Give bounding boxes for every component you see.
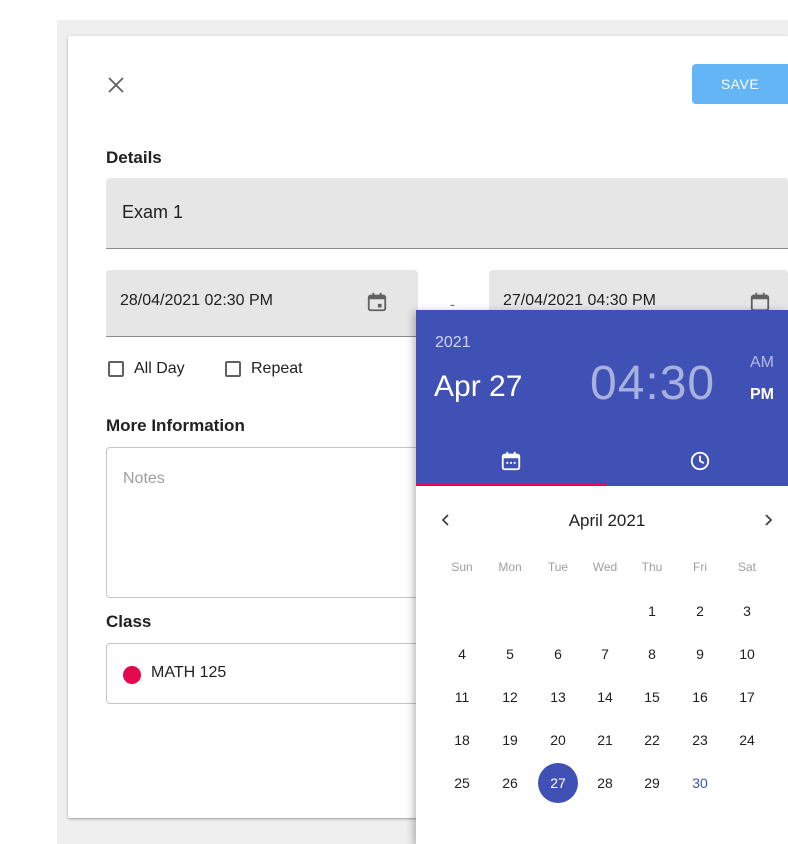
calendar-day-3[interactable]: 3 (727, 591, 767, 631)
weekday-sat: Sat (737, 560, 756, 574)
weekday-thu: Thu (641, 560, 663, 574)
calendar-day-6[interactable]: 6 (538, 634, 578, 674)
weekday-wed: Wed (592, 560, 618, 574)
calendar-day-26[interactable]: 26 (490, 763, 530, 803)
tab-indicator (416, 484, 606, 486)
calendar-day-24[interactable]: 24 (727, 720, 767, 760)
checkbox-box[interactable] (108, 361, 124, 377)
calendar-day-18[interactable]: 18 (442, 720, 482, 760)
calendar-day-25[interactable]: 25 (442, 763, 482, 803)
picker-date[interactable]: Apr 27 (434, 370, 522, 404)
end-date-value: 27/04/2021 04:30 PM (503, 292, 657, 309)
notes-field[interactable]: Notes (106, 447, 426, 598)
all-day-label: All Day (134, 360, 185, 377)
calendar-day-17[interactable]: 17 (727, 677, 767, 717)
repeat-label: Repeat (251, 360, 303, 377)
repeat-checkbox[interactable]: Repeat (225, 358, 303, 380)
calendar-day-19[interactable]: 19 (490, 720, 530, 760)
pm-toggle[interactable]: PM (750, 386, 774, 404)
start-date-field[interactable]: 28/04/2021 02:30 PM (106, 270, 418, 337)
calendar-day-1[interactable]: 1 (632, 591, 672, 631)
calendar-day-11[interactable]: 11 (442, 677, 482, 717)
calendar-day-28[interactable]: 28 (585, 763, 625, 803)
class-heading: Class (106, 612, 152, 631)
title-value: Exam 1 (122, 202, 184, 222)
calendar-day-9[interactable]: 9 (680, 634, 720, 674)
calendar-day-4[interactable]: 4 (442, 634, 482, 674)
calendar-day-21[interactable]: 21 (585, 720, 625, 760)
calendar-day-10[interactable]: 10 (727, 634, 767, 674)
calendar-day-15[interactable]: 15 (632, 677, 672, 717)
am-toggle[interactable]: AM (750, 354, 774, 372)
picker-time[interactable]: 04:30 (590, 356, 715, 411)
calendar-day-30[interactable]: 30 (680, 763, 720, 803)
chevron-right-icon[interactable] (760, 512, 776, 528)
weekday-fri: Fri (693, 560, 707, 574)
picker-header: 2021 Apr 27 04:30 AM PM (416, 310, 788, 486)
calendar-day-20[interactable]: 20 (538, 720, 578, 760)
calendar-day-2[interactable]: 2 (680, 591, 720, 631)
class-value: MATH 125 (151, 664, 227, 681)
save-button[interactable]: SAVE (692, 64, 788, 104)
class-color-dot (123, 666, 141, 684)
weekday-mon: Mon (498, 560, 522, 574)
calendar-day-29[interactable]: 29 (632, 763, 672, 803)
calendar-day-16[interactable]: 16 (680, 677, 720, 717)
weekday-tue: Tue (547, 560, 569, 574)
picker-year[interactable]: 2021 (435, 334, 471, 352)
notes-placeholder: Notes (123, 470, 165, 487)
calendar-day-13[interactable]: 13 (538, 677, 578, 717)
tab-time[interactable] (606, 440, 788, 486)
picker-minute[interactable]: 30 (660, 357, 715, 410)
close-icon[interactable] (106, 75, 126, 95)
title-field[interactable]: Exam 1 (106, 178, 788, 249)
tab-date[interactable] (416, 440, 606, 486)
class-select[interactable]: MATH 125 (106, 643, 426, 704)
calendar-day-8[interactable]: 8 (632, 634, 672, 674)
date-time-picker: 2021 Apr 27 04:30 AM PM April 2021 Sun M… (416, 310, 788, 844)
picker-time-colon: : (645, 357, 660, 410)
calendar-day-23[interactable]: 23 (680, 720, 720, 760)
calendar-day-22[interactable]: 22 (632, 720, 672, 760)
details-heading: Details (106, 148, 162, 167)
calendar-icon (501, 451, 521, 471)
weekday-sun: Sun (451, 560, 473, 574)
all-day-checkbox[interactable]: All Day (108, 358, 185, 380)
clock-icon (690, 451, 710, 471)
calendar-icon[interactable] (366, 291, 388, 313)
picker-hour[interactable]: 04 (590, 357, 645, 410)
start-date-value: 28/04/2021 02:30 PM (120, 292, 274, 309)
calendar-day-27[interactable]: 27 (538, 763, 578, 803)
checkbox-box[interactable] (225, 361, 241, 377)
month-label: April 2021 (568, 511, 646, 530)
calendar-day-7[interactable]: 7 (585, 634, 625, 674)
calendar-day-14[interactable]: 14 (585, 677, 625, 717)
calendar-day-5[interactable]: 5 (490, 634, 530, 674)
calendar-day-12[interactable]: 12 (490, 677, 530, 717)
more-information-heading: More Information (106, 416, 245, 435)
